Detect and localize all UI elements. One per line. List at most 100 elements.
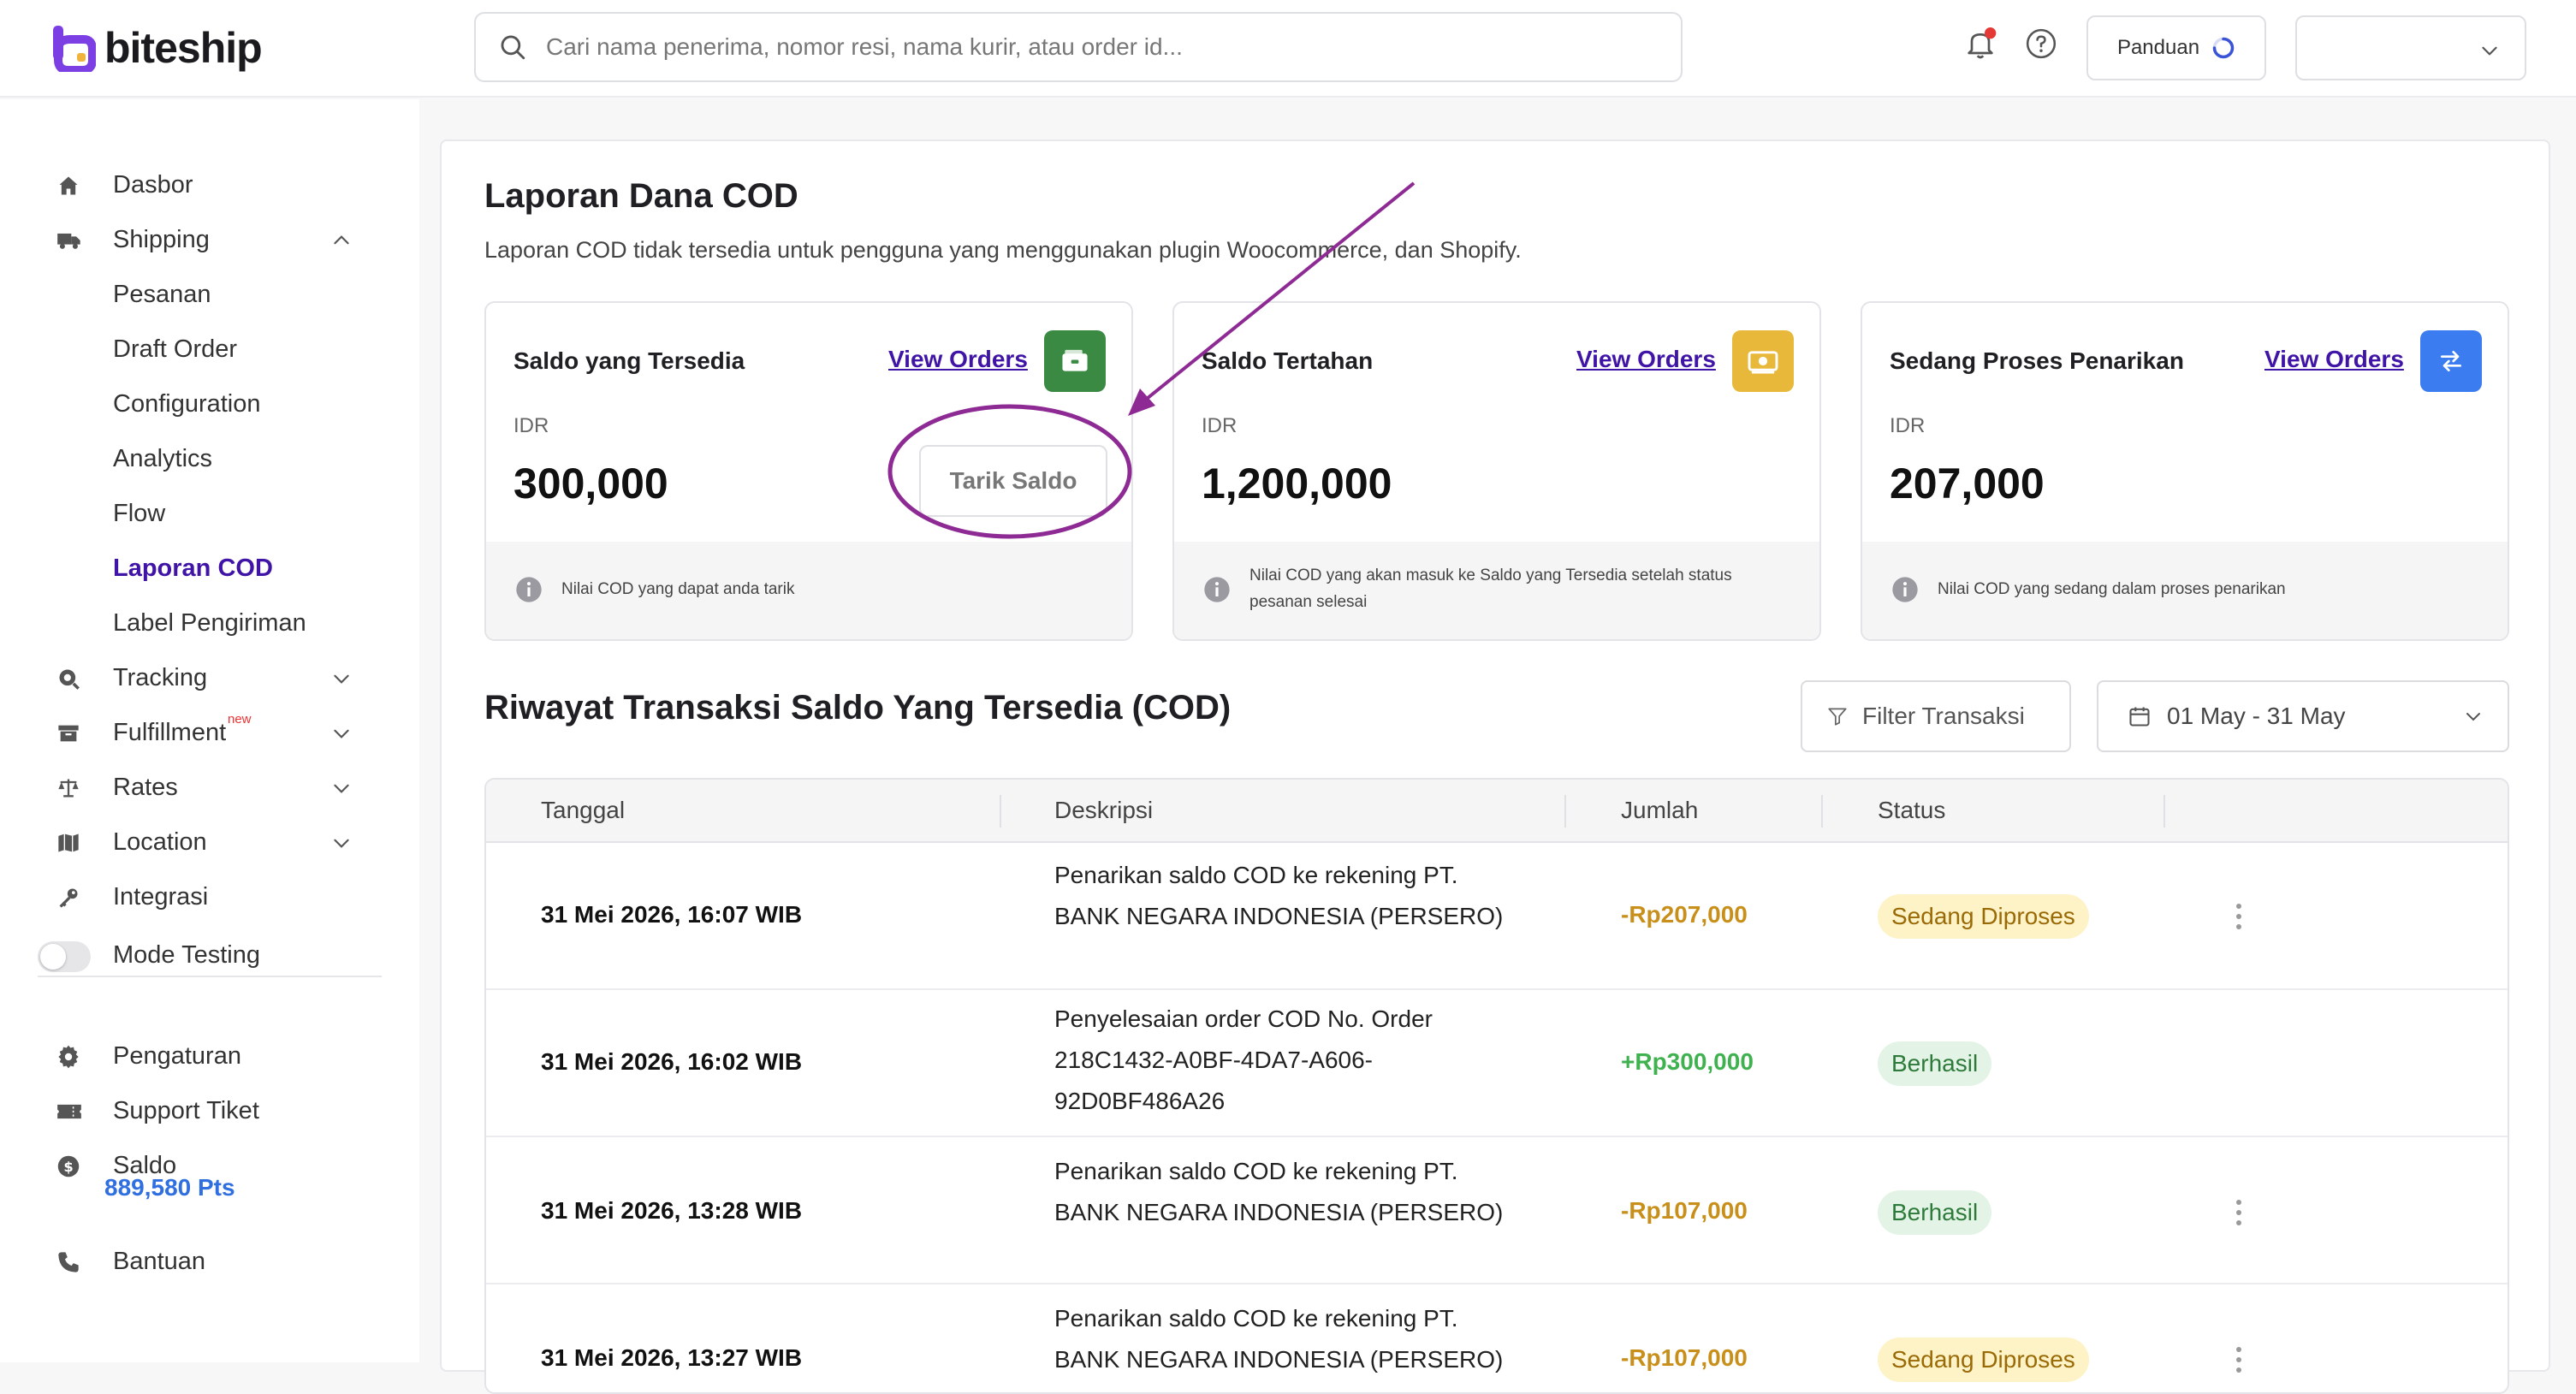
card-footer: Nilai COD yang sedang dalam proses penar… (1862, 542, 2508, 639)
sidebar-item-bantuan[interactable]: Bantuan (0, 1237, 385, 1285)
sidebar-item-laporan-cod[interactable]: Laporan COD (0, 544, 385, 592)
card-footer-text: Nilai COD yang sedang dalam proses penar… (1938, 580, 2286, 598)
sidebar-item-pengaturan[interactable]: Pengaturan (0, 1032, 385, 1080)
sidebar-label: Fulfillment (113, 718, 227, 746)
more-options-icon[interactable] (2234, 1197, 2244, 1228)
saldo-points: 889,580 Pts (104, 1174, 235, 1201)
card-saldo-tertahan: Saldo Tertahan View Orders IDR 1,200,000… (1172, 301, 1821, 641)
table-row[interactable]: 31 Mei 2026, 16:02 WIB Penyelesaian orde… (486, 990, 2508, 1137)
sidebar-label: Draft Order (113, 335, 238, 363)
brand-name: biteship (104, 24, 263, 72)
loading-spinner-icon (2212, 37, 2235, 59)
sidebar-label: Configuration (113, 389, 261, 418)
column-header-deskripsi: Deskripsi (1054, 797, 1154, 823)
sidebar-item-rates[interactable]: Rates (0, 763, 385, 811)
currency-label: IDR (1202, 414, 1238, 437)
account-dropdown[interactable] (2295, 15, 2526, 80)
info-icon (516, 577, 542, 602)
sidebar-item-location[interactable]: Location (0, 818, 385, 866)
more-options-icon[interactable] (2234, 901, 2244, 932)
sidebar-label: Rates (113, 773, 178, 801)
sidebar-item-mode-testing[interactable]: Mode Testing (0, 931, 385, 979)
page-title: Laporan Dana COD (484, 177, 798, 215)
row-description: Penarikan saldo COD ke rekening PT. BANK… (1054, 1298, 1503, 1380)
row-amount: +Rp300,000 (1621, 1048, 1754, 1075)
card-title: Sedang Proses Penarikan (1890, 347, 2184, 374)
help-button[interactable] (2025, 27, 2057, 60)
sidebar-item-flow[interactable]: Flow (0, 489, 385, 537)
truck-icon (57, 233, 80, 249)
filter-label: Filter Transaksi (1862, 703, 2025, 729)
row-description-line: 92D0BF486A26 (1054, 1088, 1226, 1114)
row-description: Penarikan saldo COD ke rekening PT. BANK… (1054, 1151, 1503, 1233)
brand-logo[interactable]: biteship (51, 22, 263, 74)
column-separator (1000, 795, 1001, 828)
row-description-line: BANK NEGARA INDONESIA (PERSERO) (1054, 1199, 1504, 1225)
guide-button[interactable]: Panduan (2086, 15, 2266, 80)
card-footer-line: pesanan selesai (1249, 593, 1368, 611)
sidebar-item-integrasi[interactable]: Integrasi (0, 873, 385, 921)
sidebar-item-dasbor[interactable]: Dasbor (0, 161, 385, 209)
transfer-icon-badge (2420, 330, 2482, 392)
sidebar-item-tracking[interactable]: Tracking (0, 654, 385, 702)
card-footer-line: Nilai COD yang akan masuk ke Saldo yang … (1249, 566, 1732, 584)
row-date: 31 Mei 2026, 16:02 WIB (541, 1048, 803, 1075)
view-orders-link[interactable]: View Orders (888, 346, 1028, 373)
sidebar-label: Analytics (113, 444, 213, 472)
bell-icon (1968, 27, 1997, 59)
status-badge: Berhasil (1878, 1190, 1992, 1235)
sidebar-label: Laporan COD (113, 554, 273, 582)
sidebar-item-pesanan[interactable]: Pesanan (0, 270, 385, 318)
view-orders-link[interactable]: View Orders (1576, 346, 1716, 373)
main-panel: Laporan Dana COD Laporan COD tidak terse… (440, 139, 2550, 1394)
sidebar-item-shipping[interactable]: Shipping (0, 216, 385, 264)
date-range-value: 01 May - 31 May (2167, 703, 2346, 729)
sidebar-label: Flow (113, 499, 166, 527)
sidebar-label: Location (113, 828, 207, 856)
view-orders-link[interactable]: View Orders (2264, 346, 2404, 373)
tarik-saldo-button[interactable]: Tarik Saldo (919, 445, 1107, 517)
search-bar[interactable] (474, 12, 1683, 82)
status-badge: Sedang Diproses (1878, 1338, 2089, 1382)
map-icon (58, 833, 79, 852)
table-row[interactable]: 31 Mei 2026, 13:28 WIB Penarikan saldo C… (486, 1137, 2508, 1284)
wallet-icon (1062, 349, 1088, 371)
tracking-search-icon (59, 669, 80, 690)
currency-label: IDR (513, 414, 549, 437)
sidebar-item-label-pengiriman[interactable]: Label Pengiriman (0, 599, 385, 647)
status-badge: Berhasil (1878, 1041, 1992, 1086)
info-icon (1204, 577, 1230, 602)
notification-bell-button[interactable] (1963, 26, 1997, 63)
search-input[interactable] (544, 33, 1657, 62)
card-proses-penarikan: Sedang Proses Penarikan View Orders IDR … (1861, 301, 2509, 641)
sidebar-item-fulfillment[interactable]: Fulfillment new (0, 709, 385, 756)
sidebar-label: Integrasi (113, 882, 209, 911)
column-header-tanggal: Tanggal (541, 797, 626, 823)
column-separator (1821, 795, 1823, 828)
top-bar: biteship Panduan (0, 0, 2576, 98)
sidebar-item-draft-order[interactable]: Draft Order (0, 325, 385, 373)
column-header-jumlah: Jumlah (1621, 797, 1699, 823)
chevron-down-icon (2466, 713, 2480, 721)
page-subtitle: Laporan COD tidak tersedia untuk penggun… (484, 237, 1522, 263)
sidebar-label: Label Pengiriman (113, 608, 306, 637)
table-header: Tanggal Deskripsi Jumlah Status (486, 780, 2508, 843)
mode-testing-toggle[interactable] (38, 941, 91, 972)
sidebar-item-support-tiket[interactable]: Support Tiket (0, 1087, 385, 1135)
table-row[interactable]: 31 Mei 2026, 16:07 WIB Penarikan saldo C… (486, 843, 2508, 990)
row-amount: -Rp107,000 (1621, 1197, 1748, 1224)
sidebar-label: Support Tiket (113, 1096, 259, 1124)
date-range-picker[interactable]: 01 May - 31 May (2097, 680, 2509, 752)
transfer-arrows-icon (2441, 351, 2461, 371)
sidebar-item-configuration[interactable]: Configuration (0, 380, 385, 428)
row-description-line: BANK NEGARA INDONESIA (PERSERO) (1054, 903, 1504, 929)
sidebar-label: Tracking (113, 663, 208, 691)
more-options-icon[interactable] (2234, 1344, 2244, 1375)
table-row[interactable]: 31 Mei 2026, 13:27 WIB Penarikan saldo C… (486, 1284, 2508, 1392)
balance-amount: 207,000 (1890, 460, 2045, 507)
sidebar-label: Pengaturan (113, 1041, 241, 1070)
calendar-icon (2129, 707, 2150, 727)
sidebar-item-analytics[interactable]: Analytics (0, 435, 385, 483)
filter-transaksi-button[interactable]: Filter Transaksi (1801, 680, 2071, 752)
help-circle-icon (2026, 28, 2057, 59)
